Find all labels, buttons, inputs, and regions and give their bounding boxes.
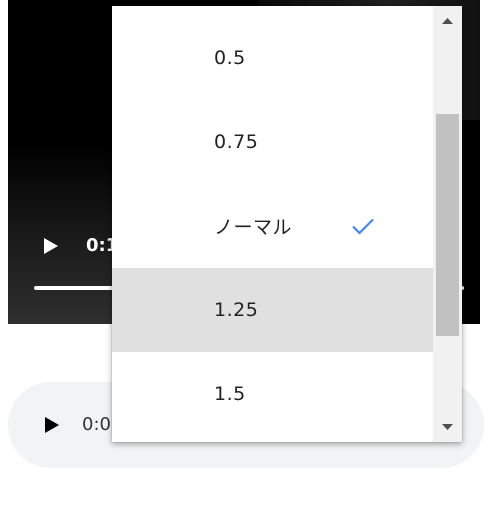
play-icon — [45, 417, 59, 433]
arrow-up-icon — [442, 18, 453, 24]
speed-option-0-75[interactable]: 0.75 — [112, 100, 433, 184]
audio-time-display: 0:0 — [82, 414, 111, 435]
check-icon — [352, 218, 374, 235]
speed-option-label: 0.75 — [214, 131, 259, 153]
scroll-down-button[interactable] — [433, 414, 462, 442]
audio-play-button[interactable] — [40, 414, 62, 436]
speed-option-label: 1.25 — [214, 299, 259, 321]
speed-option-normal[interactable]: ノーマル — [112, 184, 433, 268]
video-frame — [8, 0, 112, 324]
playback-speed-menu[interactable]: 0.5 0.75 ノーマル 1.25 1.5 — [112, 6, 462, 442]
menu-scrollbar[interactable] — [433, 6, 462, 442]
play-icon — [44, 238, 58, 254]
speed-option-label: 1.5 — [214, 383, 246, 405]
playback-speed-list: 0.5 0.75 ノーマル 1.25 1.5 — [112, 6, 433, 442]
speed-option-1-5[interactable]: 1.5 — [112, 352, 433, 436]
arrow-down-icon — [442, 424, 453, 430]
video-play-button[interactable] — [38, 234, 62, 258]
scrollbar-thumb[interactable] — [436, 114, 459, 336]
scroll-up-button[interactable] — [433, 6, 462, 34]
speed-option-1-25[interactable]: 1.25 — [112, 268, 433, 352]
speed-option-label: 0.5 — [214, 47, 246, 69]
speed-option-0-5[interactable]: 0.5 — [112, 16, 433, 100]
page: 0:1 0:0 0.5 0.75 ノーマル 1.25 1.5 — [0, 0, 488, 528]
speed-option-label: ノーマル — [214, 216, 293, 239]
